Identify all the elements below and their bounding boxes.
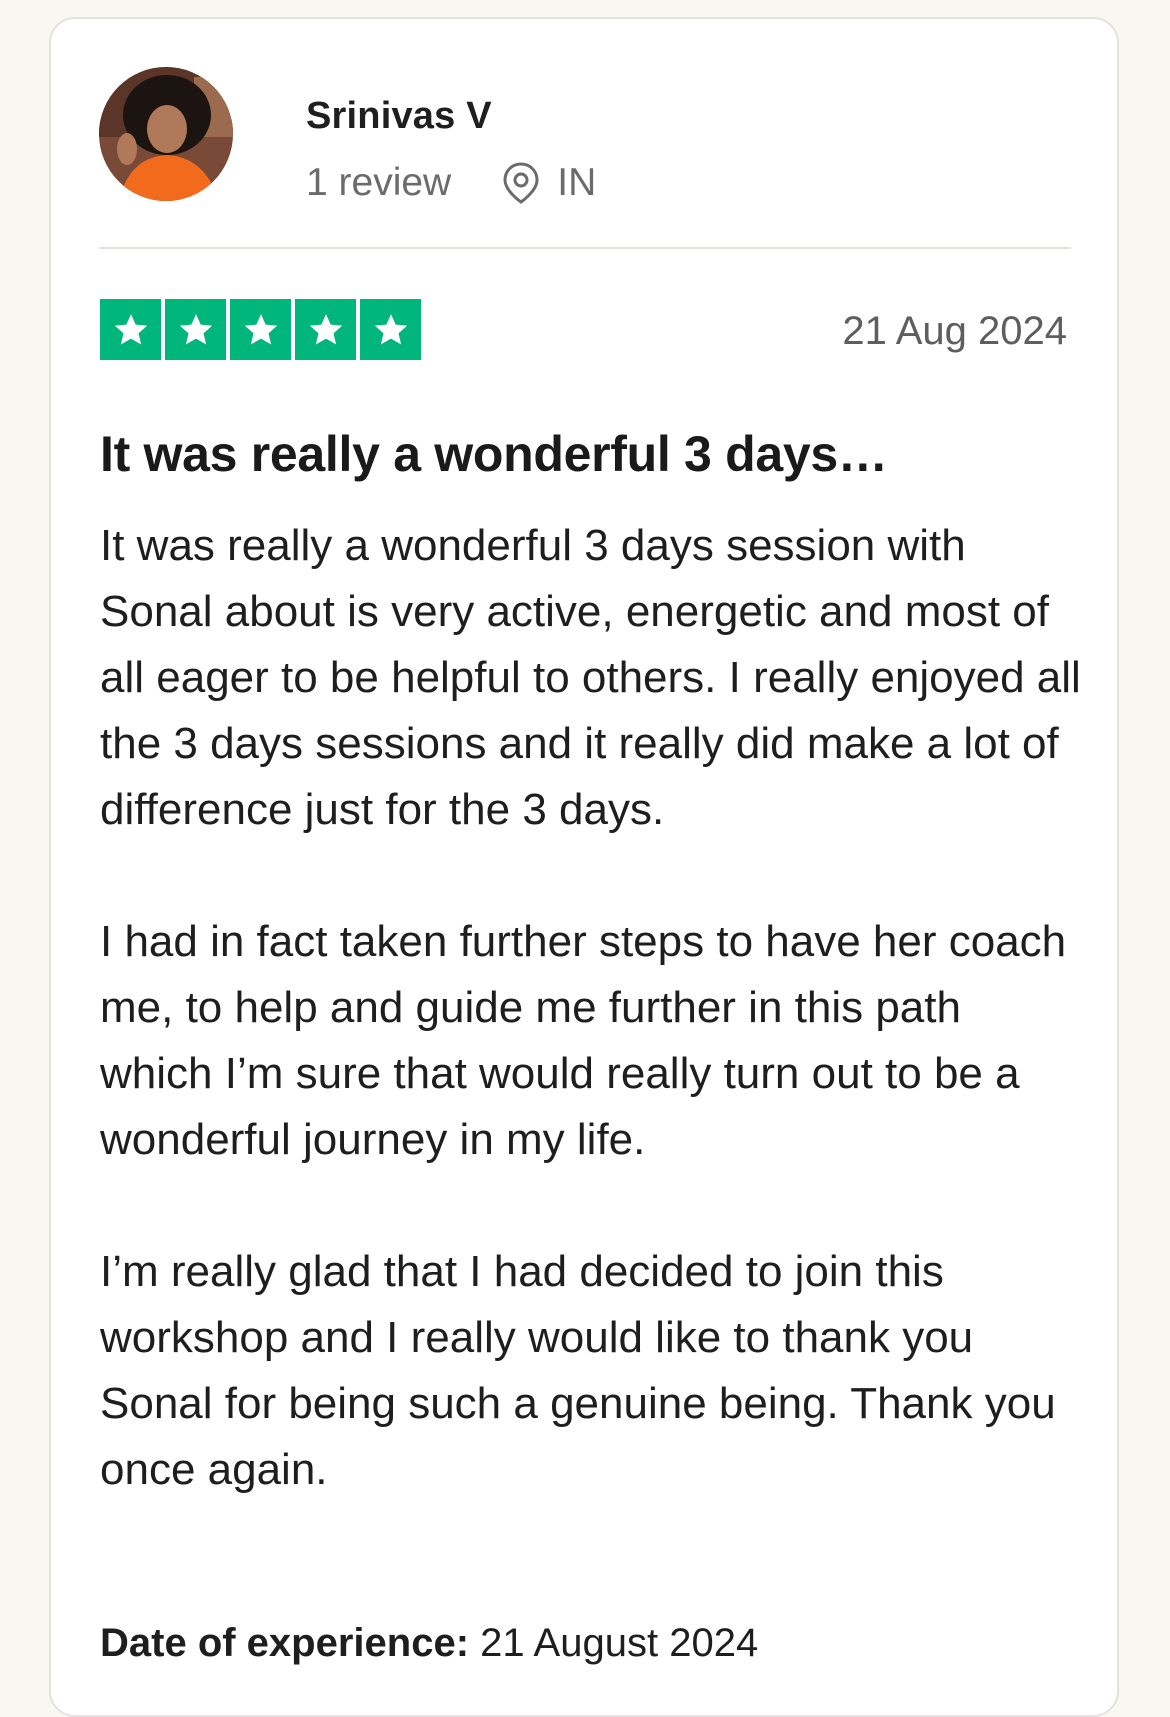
experience-label: Date of experience: <box>100 1621 470 1665</box>
reviewer-country: IN <box>557 161 597 204</box>
reviewer-name[interactable]: Srinivas V <box>306 95 492 138</box>
review-date: 21 Aug 2024 <box>842 309 1067 353</box>
avatar[interactable] <box>99 67 233 201</box>
review-paragraph: It was really a wonderful 3 days session… <box>100 521 1081 834</box>
star-icon <box>360 299 421 360</box>
date-of-experience: Date of experience: 21 August 2024 <box>100 1621 758 1666</box>
star-rating <box>100 299 421 360</box>
experience-date: 21 August 2024 <box>480 1621 759 1665</box>
review-card: Srinivas V 1 review IN 21 Aug 2024 It wa… <box>49 17 1119 1717</box>
star-icon <box>230 299 291 360</box>
reviewer-meta: 1 review IN <box>306 161 596 205</box>
review-title[interactable]: It was really a wonderful 3 days… <box>100 425 888 483</box>
star-icon <box>100 299 161 360</box>
star-icon <box>295 299 356 360</box>
review-count: 1 review <box>306 161 452 204</box>
reviewer-header: Srinivas V 1 review IN <box>99 67 1069 204</box>
review-paragraph: I had in fact taken further steps to hav… <box>100 917 1067 1164</box>
location-pin-icon <box>501 161 541 205</box>
star-icon <box>165 299 226 360</box>
review-body: It was really a wonderful 3 days session… <box>100 513 1085 1569</box>
review-paragraph: I’m really glad that I had decided to jo… <box>100 1247 1056 1494</box>
divider <box>99 247 1071 249</box>
